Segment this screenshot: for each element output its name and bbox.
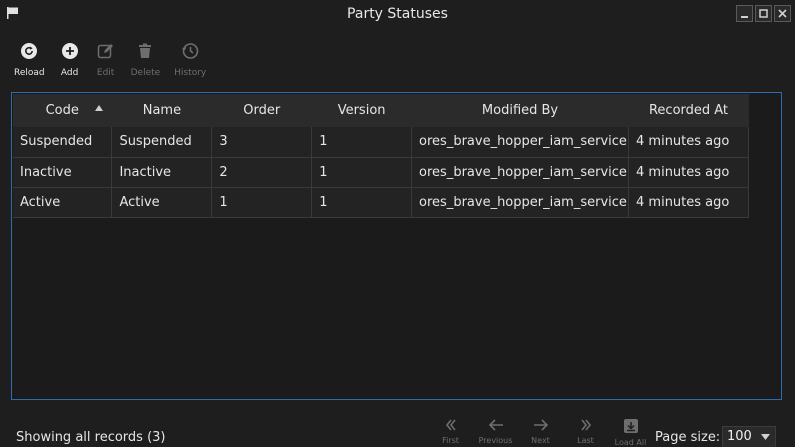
cell-order: 2 [211, 157, 313, 188]
column-header-recorded-at[interactable]: Recorded At [628, 94, 749, 127]
column-header-name[interactable]: Name [111, 94, 213, 127]
title-bar: Party Statuses [0, 0, 795, 28]
column-header-version[interactable]: Version [311, 94, 413, 127]
chevron-down-icon [761, 434, 770, 440]
table-row[interactable]: Active Active 1 1 ores_brave_hopper_iam_… [13, 187, 749, 218]
page-size-select[interactable]: 100 [722, 426, 776, 447]
next-page-button[interactable]: Next [518, 418, 563, 447]
close-icon [778, 9, 787, 18]
load-all-button[interactable]: Load All [608, 418, 653, 447]
history-label: History [174, 68, 207, 78]
cell-name: Inactive [111, 157, 213, 188]
arrow-left-icon [488, 419, 503, 431]
record-count-status: Showing all records (3) [16, 430, 166, 445]
cell-version: 1 [311, 187, 413, 218]
table-row[interactable]: Inactive Inactive 2 1 ores_brave_hopper_… [13, 157, 749, 188]
cell-code: Suspended [13, 127, 113, 158]
window-controls [736, 5, 791, 22]
cell-modified-by: ores_brave_hopper_iam_service [411, 187, 630, 218]
reload-icon [21, 43, 38, 59]
page-size-value: 100 [727, 429, 752, 444]
last-page-label: Last [577, 436, 594, 445]
download-icon [623, 419, 638, 433]
header-row: Code Name Order Version Modified By Reco… [13, 94, 749, 127]
cell-modified-by: ores_brave_hopper_iam_service [411, 127, 630, 158]
cell-name: Active [111, 187, 213, 218]
cell-order: 1 [211, 187, 313, 218]
minimize-icon [741, 16, 748, 18]
toolbar: Reload Add Edit Delete History [14, 40, 220, 78]
add-button[interactable]: Add [59, 40, 81, 78]
last-page-button[interactable]: Last [563, 418, 608, 447]
add-icon [61, 43, 78, 59]
cell-code: Active [13, 187, 113, 218]
column-header-order[interactable]: Order [211, 94, 313, 127]
cell-name: Suspended [111, 127, 213, 158]
minimize-button[interactable] [736, 5, 753, 22]
window-title: Party Statuses [347, 6, 448, 22]
cell-recorded-at: 4 minutes ago [628, 127, 749, 158]
delete-label: Delete [130, 68, 161, 78]
column-header-code[interactable]: Code [13, 94, 113, 127]
cell-modified-by: ores_brave_hopper_iam_service [411, 157, 630, 188]
pager: First Previous Next Last Load All [428, 418, 653, 447]
last-page-icon [580, 419, 591, 431]
cell-version: 1 [311, 157, 413, 188]
next-page-label: Next [531, 436, 550, 445]
cell-code: Inactive [13, 157, 113, 188]
records-table: Code Name Order Version Modified By Reco… [13, 94, 749, 218]
edit-icon [97, 44, 113, 59]
add-label: Add [60, 68, 79, 78]
close-button[interactable] [774, 5, 791, 22]
history-icon [182, 43, 199, 59]
cell-version: 1 [311, 127, 413, 158]
reload-label: Reload [14, 68, 45, 78]
load-all-label: Load All [614, 438, 647, 447]
edit-button[interactable]: Edit [95, 40, 117, 78]
maximize-button[interactable] [755, 5, 772, 22]
maximize-icon [759, 9, 768, 18]
first-page-label: First [442, 436, 459, 445]
column-header-label: Code [45, 103, 79, 118]
cell-recorded-at: 4 minutes ago [628, 157, 749, 188]
previous-page-label: Previous [478, 436, 513, 445]
cell-order: 3 [211, 127, 313, 158]
sort-ascending-icon [95, 105, 104, 111]
records-grid[interactable]: Code Name Order Version Modified By Reco… [11, 92, 782, 400]
delete-button[interactable]: Delete [130, 40, 161, 78]
previous-page-button[interactable]: Previous [473, 418, 518, 447]
column-header-modified-by[interactable]: Modified By [411, 94, 630, 127]
first-page-icon [445, 419, 456, 431]
history-button[interactable]: History [174, 40, 206, 78]
table-row[interactable]: Suspended Suspended 3 1 ores_brave_hoppe… [13, 127, 749, 158]
edit-label: Edit [96, 68, 115, 78]
cell-recorded-at: 4 minutes ago [628, 187, 749, 218]
page-size-label: Page size: [655, 430, 721, 445]
trash-icon [139, 43, 152, 58]
arrow-right-icon [533, 419, 548, 431]
reload-button[interactable]: Reload [14, 40, 45, 78]
first-page-button[interactable]: First [428, 418, 473, 447]
